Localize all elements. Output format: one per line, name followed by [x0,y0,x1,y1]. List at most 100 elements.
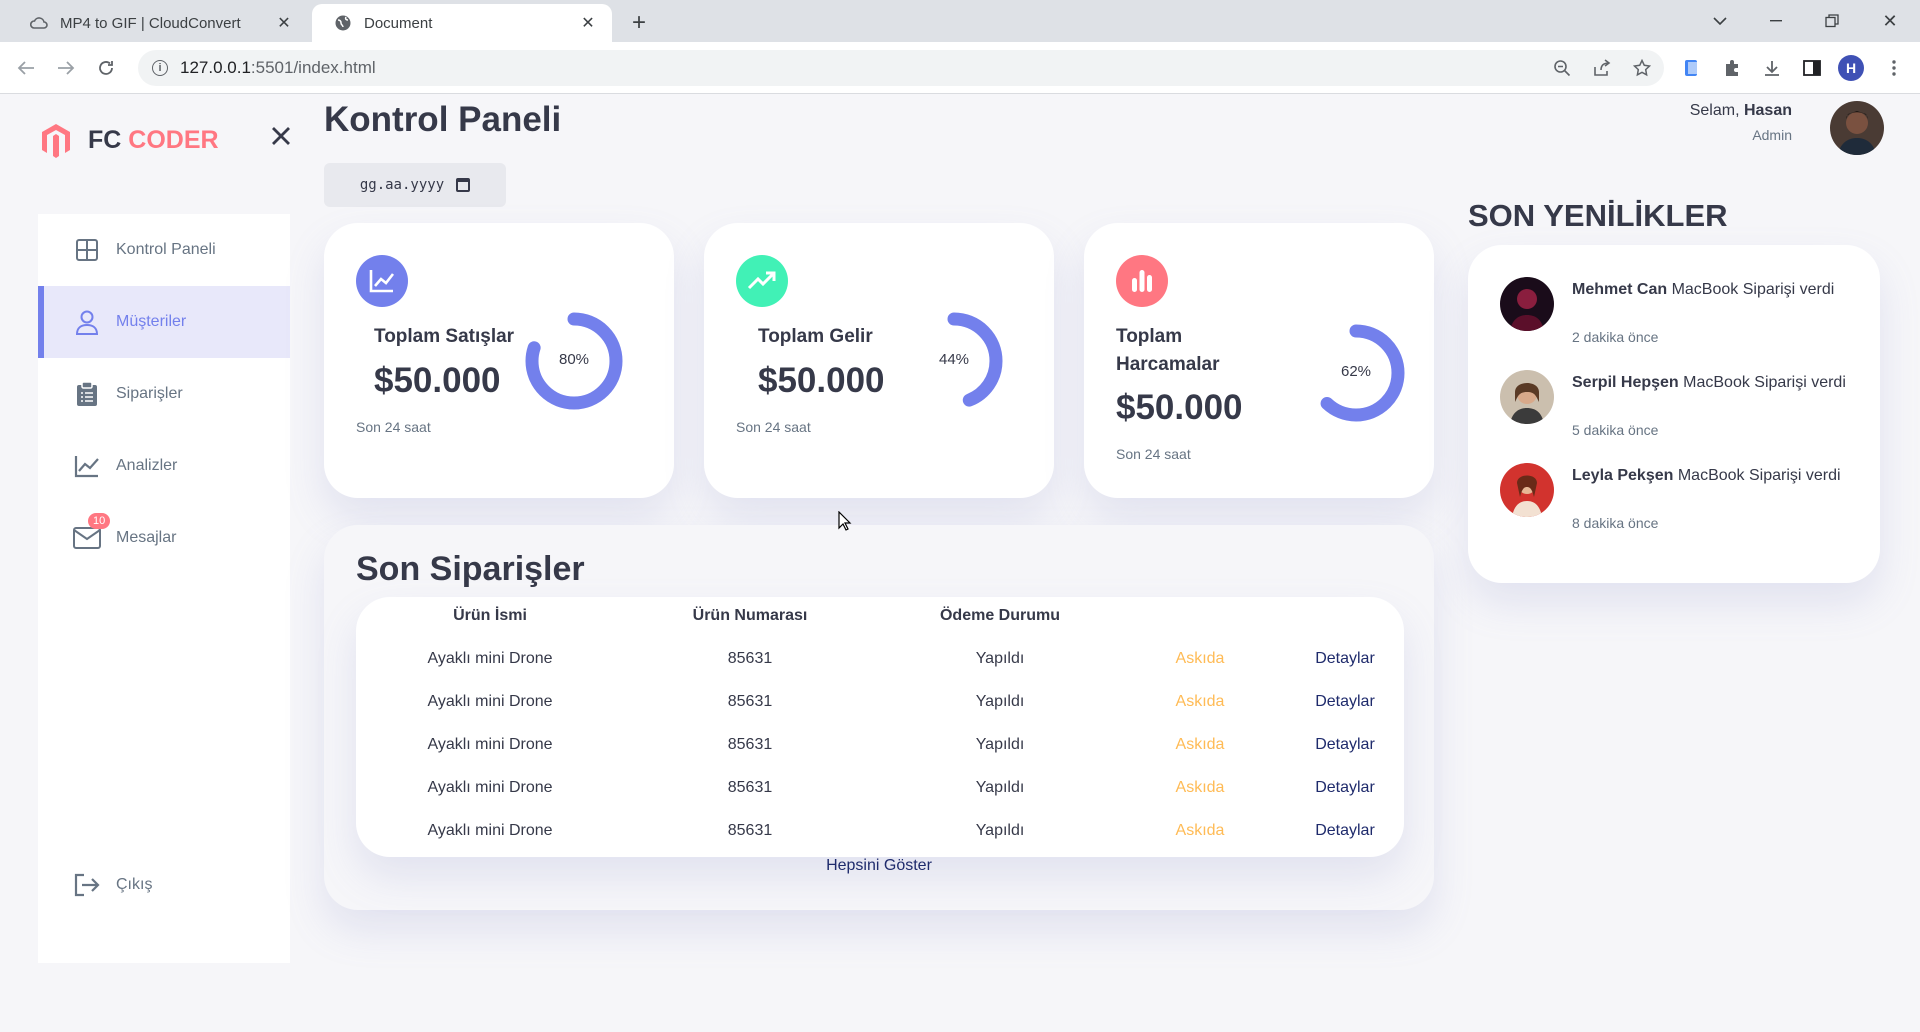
orders-table [356,597,1404,857]
logo-icon [42,124,70,158]
grid-icon [72,235,102,265]
column-header: Ürün Numarası [692,607,808,624]
sidebar-item-label: Analizler [116,457,178,474]
extension-icon[interactable] [1676,52,1708,84]
update-message: Leyla Pekşen MacBook Siparişi verdi [1572,463,1860,488]
restore-icon[interactable] [1812,6,1852,36]
payment-status: Yapıldı [975,822,1025,839]
order-status: Askıda [1175,736,1225,753]
puzzle-icon[interactable] [1716,52,1748,84]
trending-up-icon [736,255,788,307]
tab-search-icon[interactable] [1700,6,1740,36]
details-link[interactable]: Detaylar [1290,650,1400,668]
sidebar-item-logout[interactable]: Çıkış [38,849,290,921]
order-number: 85631 [727,822,773,839]
order-number: 85631 [727,736,773,753]
card-percent: 80% [558,351,590,368]
update-text: MacBook Siparişi verdi [1678,374,1846,391]
browser-tab-document[interactable]: Document ✕ [312,4,612,42]
sidebar-item-siparisler[interactable]: Siparişler [38,358,290,430]
card-note: Son 24 saat [1116,446,1191,462]
updates-title: SON YENİLİKLER [1468,198,1728,233]
column-header: Ürün İsmi [453,607,527,624]
download-icon[interactable] [1756,52,1788,84]
details-link[interactable]: Detaylar [1290,822,1400,840]
brand-name-main: FC [88,125,122,154]
address-bar[interactable]: i 127.0.0.1:5501/index.html [138,50,1664,86]
update-text: MacBook Siparişi verdi [1673,467,1841,484]
menu-dots-icon[interactable] [1878,52,1910,84]
site-info-icon[interactable]: i [152,60,168,76]
new-tab-button[interactable]: + [624,8,654,38]
sidebar-item-label: Siparişler [116,385,183,402]
page-title: Kontrol Paneli [324,100,562,139]
sidebar-item-kontrol-paneli[interactable]: Kontrol Paneli [38,214,290,286]
stat-card-sales: Toplam Satışlar $50.000 Son 24 saat 80% [324,223,674,498]
update-user: Leyla Pekşen [1572,467,1674,484]
tab-title: MP4 to GIF | CloudConvert [60,14,241,32]
calendar-icon[interactable] [456,178,471,192]
details-link[interactable]: Detaylar [1290,779,1400,797]
close-sidebar-icon[interactable] [266,121,296,151]
url-path: :5501/index.html [250,58,376,77]
orders-title: Son Siparişler [356,550,585,588]
avatar[interactable] [1830,101,1884,155]
update-time: 5 dakika önce [1572,422,1659,438]
reload-icon[interactable] [90,52,122,84]
back-icon[interactable] [10,52,42,84]
stat-card-income: Toplam Gelir $50.000 Son 24 saat 44% [704,223,1054,498]
dashboard-page: FC CODER Kontrol Paneli Müşteriler Sipar… [0,95,1920,1032]
share-icon[interactable] [1586,52,1618,84]
date-placeholder: gg.aa.yyyy [359,177,445,193]
update-item: Leyla Pekşen MacBook Siparişi verdi 8 da… [1500,463,1860,543]
message-count-badge: 10 [88,513,111,529]
zoom-icon[interactable] [1546,52,1578,84]
sidebar-header: FC CODER [38,117,292,163]
card-note: Son 24 saat [736,419,811,435]
profile-avatar[interactable]: H [1838,55,1864,81]
forward-icon[interactable] [50,52,82,84]
avatar [1500,463,1554,517]
sidebar-item-musteriler[interactable]: Müşteriler [38,286,290,358]
order-status: Askıda [1175,822,1225,839]
payment-status: Yapıldı [975,736,1025,753]
show-all-link[interactable]: Hepsini Göster [804,857,954,875]
card-label-line1: Toplam [1116,326,1183,347]
cloud-icon [30,14,48,32]
order-name: Ayaklı mini Drone [427,693,553,710]
details-link[interactable]: Detaylar [1290,693,1400,711]
date-input[interactable]: gg.aa.yyyy [324,163,506,207]
update-message: Mehmet Can MacBook Siparişi verdi [1572,277,1860,302]
sidebar-item-label: Kontrol Paneli [116,241,216,258]
update-user: Serpil Hepşen [1572,374,1679,391]
order-status: Askıda [1175,650,1225,667]
update-item: Mehmet Can MacBook Siparişi verdi 2 daki… [1500,277,1860,357]
close-window-icon[interactable]: ✕ [1870,6,1910,36]
browser-tab-cloudconvert[interactable]: MP4 to GIF | CloudConvert ✕ [8,4,308,42]
sidebar-item-mesajlar[interactable]: 10 Mesajlar [38,502,290,574]
card-value: $50.000 [1116,388,1243,427]
stat-card-expenses: Toplam Harcamalar $50.000 Son 24 saat 62… [1084,223,1434,498]
bar-chart-icon [1116,255,1168,307]
card-percent: 62% [1340,363,1372,380]
update-item: Serpil Hepşen MacBook Siparişi verdi 5 d… [1500,370,1860,450]
side-panel-icon[interactable] [1796,52,1828,84]
bookmark-star-icon[interactable] [1626,52,1658,84]
close-tab-icon[interactable]: ✕ [274,13,294,33]
payment-status: Yapıldı [975,779,1025,796]
browser-tab-bar: MP4 to GIF | CloudConvert ✕ Document ✕ +… [0,0,1920,42]
mail-icon: 10 [72,513,111,553]
details-link[interactable]: Detaylar [1290,736,1400,754]
logout-icon [72,870,102,900]
chart-icon [72,451,102,481]
close-tab-icon[interactable]: ✕ [578,13,598,33]
user-icon [72,307,102,337]
update-time: 2 dakika önce [1572,329,1659,345]
update-message: Serpil Hepşen MacBook Siparişi verdi [1572,370,1860,395]
minimize-icon[interactable] [1756,6,1796,36]
payment-status: Yapıldı [975,693,1025,710]
sidebar-item-analizler[interactable]: Analizler [38,430,290,502]
update-user: Mehmet Can [1572,281,1668,298]
column-header: Ödeme Durumu [939,607,1060,624]
order-status: Askıda [1175,693,1225,710]
